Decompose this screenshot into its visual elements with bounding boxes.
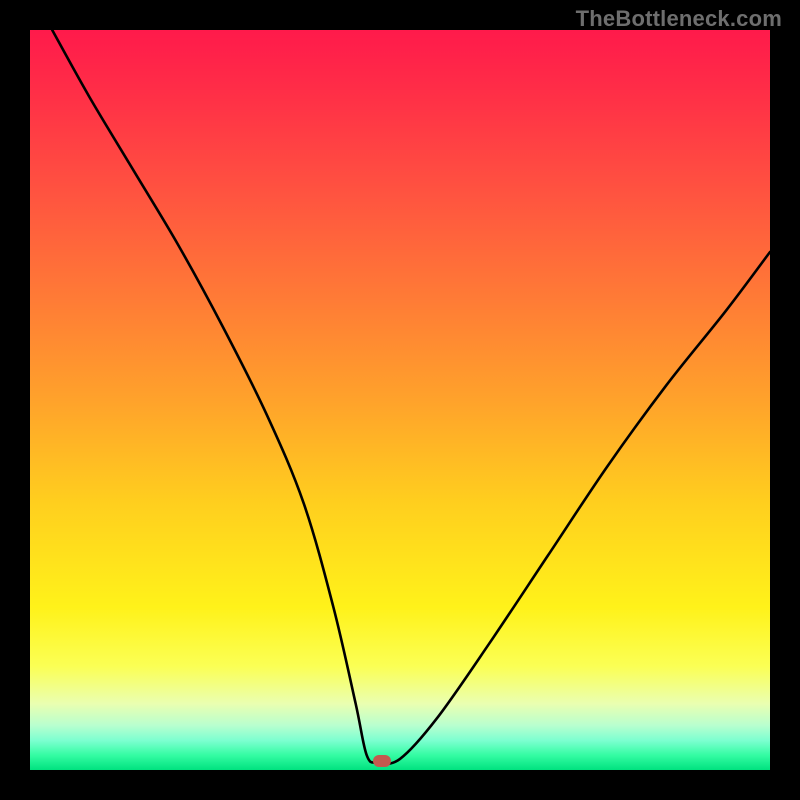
bottleneck-curve [30, 30, 770, 770]
chart-frame: TheBottleneck.com [0, 0, 800, 800]
plot-area [30, 30, 770, 770]
optimal-marker [373, 755, 391, 767]
watermark-text: TheBottleneck.com [576, 6, 782, 32]
